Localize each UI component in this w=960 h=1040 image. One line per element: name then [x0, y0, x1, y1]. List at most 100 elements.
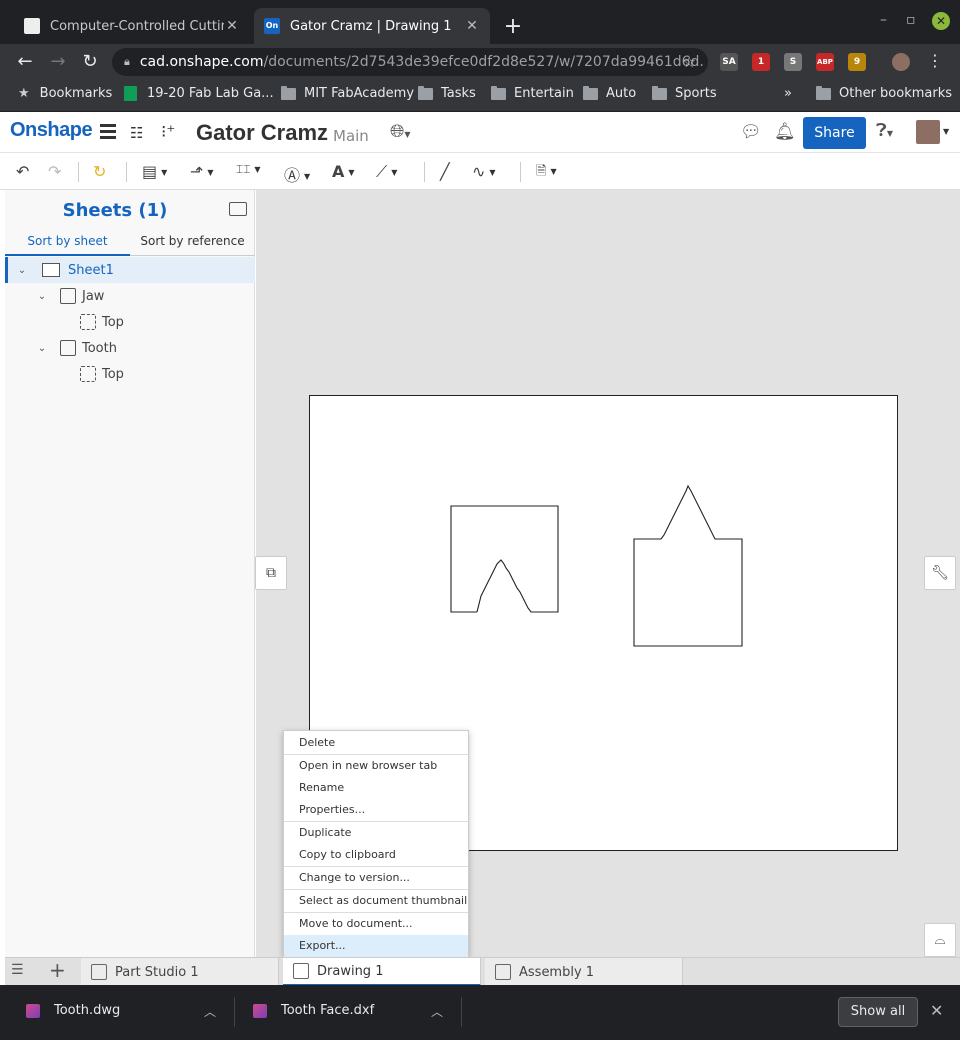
- chevron-down-icon[interactable]: ⌄: [16, 265, 28, 276]
- add-sheet-icon[interactable]: [229, 202, 247, 216]
- hamburger-menu-icon[interactable]: [100, 124, 116, 140]
- chevron-down-icon[interactable]: ⌄: [36, 343, 48, 354]
- help-icon[interactable]: ❓︎▼: [876, 120, 893, 141]
- address-bar[interactable]: 🔒︎ cad.onshape.com /documents/2d7543de39…: [112, 48, 708, 76]
- tree-item-jaw-top[interactable]: Top: [5, 309, 255, 335]
- bookmark-label: Entertain: [514, 86, 574, 101]
- bookmark-label: Sports: [675, 86, 717, 101]
- part-studio-icon: [91, 964, 107, 980]
- menu-item-open-new-tab[interactable]: Open in new browser tab: [284, 755, 468, 777]
- browser-tab-drawing[interactable]: On Gator Cramz | Drawing 1 ✕: [254, 8, 490, 44]
- adblock-icon[interactable]: ABP: [816, 53, 834, 71]
- tab-manager-icon[interactable]: ☰: [11, 962, 24, 978]
- other-bookmarks[interactable]: Other bookmarks: [816, 85, 952, 101]
- comment-icon[interactable]: 💬︎: [740, 122, 762, 142]
- lock-icon: 🔒︎: [124, 55, 130, 68]
- folder-icon: [583, 85, 598, 100]
- tab-assembly[interactable]: Assembly 1: [485, 958, 683, 986]
- redo-icon[interactable]: ↷: [48, 162, 61, 181]
- bookmark-label: Bookmarks: [39, 86, 113, 101]
- menu-item-copy-clipboard[interactable]: Copy to clipboard: [284, 844, 468, 866]
- window-close-button[interactable]: ✕: [932, 12, 950, 30]
- document-tab-bar: ☰ + Part Studio 1 Drawing 1 Assembly 1: [5, 957, 960, 986]
- extension-s-icon[interactable]: S: [784, 53, 802, 71]
- bookmark-fablab[interactable]: 19-20 Fab Lab Ga...: [124, 86, 274, 101]
- extension-badge-icon[interactable]: 1: [752, 53, 770, 71]
- minimize-icon[interactable]: –: [880, 12, 887, 28]
- chevron-down-icon[interactable]: ⌄: [36, 291, 48, 302]
- menu-item-duplicate[interactable]: Duplicate: [284, 822, 468, 844]
- reload-icon[interactable]: ↻: [79, 51, 101, 72]
- menu-item-delete[interactable]: Delete: [284, 732, 468, 754]
- document-title[interactable]: Gator Cramz: [196, 120, 328, 146]
- close-icon[interactable]: ✕: [930, 1001, 943, 1020]
- bookmark-entertain[interactable]: Entertain: [491, 85, 574, 101]
- tab-drawing[interactable]: Drawing 1: [283, 958, 481, 986]
- line-icon[interactable]: ╱: [440, 162, 450, 181]
- tab-sort-by-reference[interactable]: Sort by reference: [130, 234, 255, 248]
- menu-item-properties[interactable]: Properties...: [284, 799, 468, 821]
- tree-item-jaw[interactable]: ⌄ Jaw: [5, 283, 255, 309]
- onshape-logo[interactable]: Onshape: [10, 119, 93, 142]
- back-icon[interactable]: ←: [14, 51, 36, 72]
- menu-item-select-thumbnail[interactable]: Select as document thumbnail: [284, 890, 468, 912]
- undo-icon[interactable]: ↶: [16, 162, 29, 181]
- menu-item-move-document[interactable]: Move to document...: [284, 913, 468, 935]
- tab-part-studio[interactable]: Part Studio 1: [81, 958, 279, 986]
- menu-item-change-version[interactable]: Change to version...: [284, 867, 468, 889]
- close-icon[interactable]: ✕: [224, 18, 240, 34]
- spline-icon[interactable]: ∿ ▼: [472, 162, 496, 181]
- view-cube-icon[interactable]: ⌓: [924, 923, 956, 957]
- branch-name: Main: [333, 127, 369, 145]
- chevron-up-icon[interactable]: ︿: [431, 1003, 443, 1020]
- download-item-tooth-face-dxf[interactable]: Tooth Face.dxf: [253, 1003, 374, 1018]
- tab-sort-by-sheet[interactable]: Sort by sheet: [5, 234, 130, 248]
- chevron-down-icon[interactable]: ▼: [943, 127, 949, 136]
- bookmark-star-icon[interactable]: ☆: [683, 53, 696, 71]
- centerline-icon[interactable]: ⟋ ▼: [376, 162, 397, 182]
- browser-tab-cutting[interactable]: Computer-Controlled Cutting ✕: [14, 8, 250, 44]
- update-icon[interactable]: ↻: [93, 162, 106, 181]
- notification-bell-icon[interactable]: 🔔︎: [774, 122, 796, 142]
- wrench-icon[interactable]: 🔧︎: [924, 556, 956, 590]
- new-tab-button[interactable]: +: [500, 14, 526, 39]
- extension-puzzle-icon[interactable]: 9: [848, 53, 866, 71]
- tree-item-tooth[interactable]: ⌄ Tooth: [5, 335, 255, 361]
- insert-view-icon[interactable]: ▤ ▼: [142, 162, 167, 181]
- menu-item-export[interactable]: Export...: [284, 935, 468, 957]
- browser-menu-icon[interactable]: ⋮: [924, 51, 946, 70]
- add-tab-icon[interactable]: +: [49, 958, 66, 982]
- menu-item-rename[interactable]: Rename: [284, 777, 468, 799]
- download-item-tooth-dwg[interactable]: Tooth.dwg: [26, 1003, 120, 1018]
- forward-icon[interactable]: →: [47, 51, 69, 72]
- bookmark-auto[interactable]: Auto: [583, 85, 636, 101]
- user-avatar[interactable]: [916, 120, 940, 144]
- tree-item-sheet1[interactable]: ⌄ Sheet1: [5, 257, 255, 283]
- bookmark-tasks[interactable]: Tasks: [418, 85, 476, 101]
- dxf-export-icon[interactable]: 🗎︎ ▼: [536, 162, 557, 184]
- tree-label: Top: [102, 314, 124, 330]
- section-view-icon[interactable]: ⬏ ▼: [190, 162, 214, 181]
- chevron-up-icon[interactable]: ︿: [204, 1003, 216, 1020]
- close-icon[interactable]: ✕: [464, 18, 480, 34]
- dimension-icon[interactable]: ⌶⌶ ▼: [236, 162, 261, 177]
- bookmark-sports[interactable]: Sports: [652, 85, 717, 101]
- text-icon[interactable]: A ▼: [332, 162, 355, 181]
- tooth-outline: [633, 484, 743, 647]
- drawing-icon: [293, 963, 309, 979]
- download-filename: Tooth.dwg: [54, 1003, 121, 1018]
- extension-sa-icon[interactable]: SA: [720, 53, 738, 71]
- show-all-button[interactable]: Show all: [838, 997, 918, 1027]
- bookmark-fabacademy[interactable]: MIT FabAcademy: [281, 85, 414, 101]
- sheet-toggle-icon[interactable]: ⧉: [255, 556, 287, 590]
- restore-icon[interactable]: ▫: [906, 12, 916, 28]
- bookmarks-star[interactable]: ★ Bookmarks: [18, 86, 112, 101]
- tree-item-tooth-top[interactable]: Top: [5, 361, 255, 387]
- more-bookmarks-button[interactable]: »: [784, 86, 792, 101]
- globe-icon[interactable]: 🌐︎▼: [390, 121, 411, 142]
- note-icon[interactable]: Ⓐ ▼: [284, 162, 310, 186]
- feature-list-icon[interactable]: ☷: [130, 124, 143, 142]
- profile-avatar[interactable]: [892, 53, 910, 71]
- insert-icon[interactable]: ⁝⁺: [161, 122, 175, 142]
- share-button[interactable]: Share: [803, 117, 866, 149]
